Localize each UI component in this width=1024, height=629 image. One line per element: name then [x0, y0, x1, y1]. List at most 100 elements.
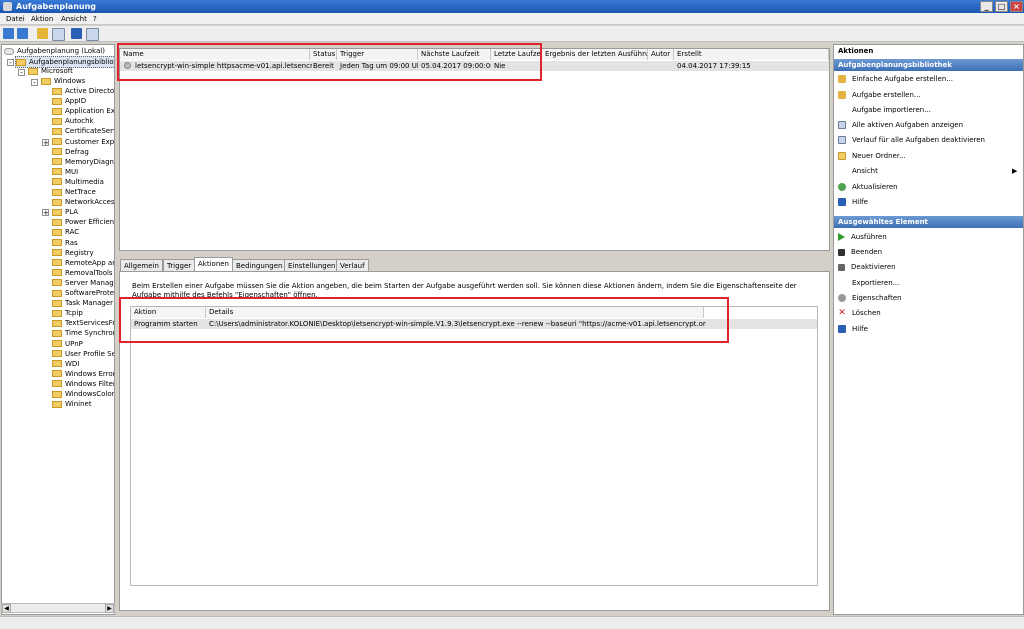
help-icon[interactable]	[71, 28, 82, 39]
section-library[interactable]: Aufgabenplanungsbibliothek	[834, 59, 1023, 71]
folder-icon	[52, 269, 62, 277]
tree-item[interactable]: NetTrace	[52, 187, 114, 197]
action-disable[interactable]: Deaktivieren	[838, 261, 896, 273]
menu-bar: Datei Aktion Ansicht ?	[0, 13, 1024, 25]
action-properties[interactable]: Eigenschaften	[838, 292, 902, 304]
tree-item[interactable]: WindowsColorSy	[52, 389, 114, 399]
tree-item[interactable]: Application Expe	[52, 106, 114, 116]
tree-item[interactable]: Server Manager	[52, 278, 114, 288]
tree-root[interactable]: Aufgabenplanung (Lokal)	[4, 46, 105, 56]
help-icon	[838, 198, 846, 206]
tab-aktionen[interactable]: Aktionen	[194, 257, 233, 272]
action-view[interactable]: Ansicht	[838, 165, 878, 177]
tree-microsoft[interactable]: Microsoft	[28, 66, 73, 76]
scroll-right-icon[interactable]: ▶	[105, 604, 114, 613]
scroll-left-icon[interactable]: ◀	[2, 604, 11, 613]
folder-icon	[52, 289, 62, 297]
folder-icon	[52, 279, 62, 287]
menu-datei[interactable]: Datei	[6, 15, 25, 23]
tree-item-label: Customer Exper	[65, 137, 115, 146]
action-new-folder[interactable]: Neuer Ordner...	[838, 150, 906, 162]
action-import-task[interactable]: Aufgabe importieren...	[838, 104, 931, 116]
expand-icon[interactable]: +	[42, 138, 49, 146]
collapse-icon[interactable]: -	[7, 59, 14, 67]
col-created[interactable]: Erstellt	[674, 49, 829, 60]
action-help[interactable]: Hilfe	[838, 196, 868, 208]
tree-item[interactable]: Ras	[52, 238, 114, 248]
tree-item[interactable]: Multimedia	[52, 177, 114, 187]
folder-icon	[52, 249, 62, 257]
tree-item[interactable]: Wininet	[52, 399, 114, 409]
tree-item[interactable]: AppID	[52, 96, 114, 106]
tree-item[interactable]: RemoteApp and	[52, 258, 114, 268]
folder-up-icon[interactable]	[37, 28, 48, 39]
tree-item[interactable]: SoftwareProtect	[52, 288, 114, 298]
expand-icon[interactable]: +	[42, 209, 49, 217]
tree-item[interactable]: RAC	[52, 227, 114, 237]
tree-item[interactable]: MemoryDiagnost	[52, 157, 114, 167]
play-icon	[838, 233, 845, 241]
show-hide-tree-icon[interactable]	[52, 28, 65, 41]
back-icon[interactable]	[3, 28, 14, 39]
tree-scrollbar-h[interactable]: ◀ ▶	[1, 603, 115, 613]
status-bar	[0, 616, 1024, 629]
menu-aktion[interactable]: Aktion	[31, 15, 53, 23]
action-refresh[interactable]: Aktualisieren	[838, 181, 898, 193]
collapse-icon[interactable]: -	[31, 79, 38, 87]
tree-item[interactable]: Active Directory	[52, 86, 114, 96]
tree-item[interactable]: Autochk	[52, 116, 114, 126]
tree-item[interactable]: RemovalTools	[52, 268, 114, 278]
action-disable-history[interactable]: Verlauf für alle Aufgaben deaktivieren	[838, 134, 985, 146]
action-help-selected[interactable]: Hilfe	[838, 323, 868, 335]
tree-item[interactable]: Windows Error R	[52, 369, 115, 379]
tree-item[interactable]: Tcpip	[52, 308, 114, 318]
tree-item-label: Wininet	[65, 400, 92, 409]
tree-item[interactable]: User Profile Serv	[52, 349, 114, 359]
tree-item[interactable]: Windows Filterin	[52, 379, 114, 389]
action-stop[interactable]: Beenden	[838, 246, 882, 258]
tree-item[interactable]: MUI	[52, 167, 114, 177]
tree-item[interactable]: NetworkAccessP	[52, 197, 114, 207]
tree-item[interactable]: UPnP	[52, 339, 114, 349]
folder-icon	[52, 380, 62, 388]
tree-item[interactable]: Power Efficiency	[52, 217, 114, 227]
action-create-basic-task[interactable]: Einfache Aufgabe erstellen...	[838, 73, 953, 85]
action-run[interactable]: Ausführen	[838, 231, 887, 243]
col-result[interactable]: Ergebnis der letzten Ausführung	[542, 49, 648, 60]
tree-item[interactable]: WDI	[52, 359, 114, 369]
tree-item-label: PLA	[65, 208, 79, 217]
action-export[interactable]: Exportieren...	[838, 277, 899, 289]
tree-item[interactable]: Registry	[52, 248, 114, 258]
tree-item-label: Time Synchroniz	[65, 329, 114, 338]
menu-ansicht[interactable]: Ansicht	[61, 15, 87, 23]
maximize-button[interactable]: □	[995, 1, 1008, 12]
action-delete[interactable]: ✕ Löschen	[838, 307, 881, 319]
tree-item[interactable]: TextServicesFra	[52, 318, 114, 328]
section-selected-item[interactable]: Ausgewähltes Element	[834, 216, 1023, 228]
menu-help[interactable]: ?	[93, 15, 97, 23]
tree-item[interactable]: CertificateServic	[52, 126, 114, 136]
submenu-arrow-icon: ▶	[1012, 167, 1018, 175]
minimize-button[interactable]: _	[980, 1, 993, 12]
forward-icon[interactable]	[17, 28, 28, 39]
tree-windows[interactable]: Windows	[41, 76, 85, 86]
toolbar	[0, 26, 1024, 42]
list-icon	[838, 121, 846, 129]
action-show-running[interactable]: Alle aktiven Aufgaben anzeigen	[838, 119, 963, 131]
tree-item[interactable]: Time Synchroniz	[52, 328, 114, 338]
show-hide-actions-icon[interactable]	[86, 28, 99, 41]
col-author[interactable]: Autor	[648, 49, 674, 60]
action-create-task[interactable]: Aufgabe erstellen...	[838, 89, 921, 101]
folder-icon	[52, 198, 62, 206]
close-button[interactable]: ×	[1010, 1, 1023, 12]
tree-item[interactable]: Customer Exper	[52, 137, 115, 147]
tree-item-label: UPnP	[65, 339, 83, 348]
tree-item-label: Windows Error R	[65, 369, 115, 378]
folder-icon	[52, 218, 62, 226]
collapse-icon[interactable]: -	[18, 69, 25, 77]
tree-item[interactable]: Defrag	[52, 147, 114, 157]
tree-item[interactable]: PLA	[52, 207, 114, 217]
tree-item[interactable]: Task Manager	[52, 298, 114, 308]
folder-icon	[52, 350, 62, 358]
folder-icon	[28, 67, 38, 75]
